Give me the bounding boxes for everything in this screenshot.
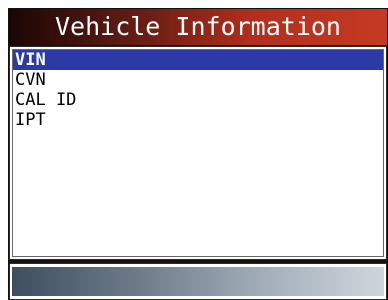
menu-item-cvn[interactable]: CVN: [13, 70, 383, 90]
screen-title: Vehicle Information: [9, 9, 387, 45]
menu-panel: VIN CVN CAL ID IPT: [9, 46, 387, 260]
menu-item-cal-id[interactable]: CAL ID: [13, 90, 383, 110]
menu-list: VIN CVN CAL ID IPT: [12, 49, 384, 257]
menu-item-ipt[interactable]: IPT: [13, 110, 383, 130]
menu-item-vin[interactable]: VIN: [13, 50, 383, 70]
status-panel: [9, 263, 387, 300]
device-screen: Vehicle Information VIN CVN CAL ID IPT: [8, 8, 388, 300]
status-bar: [12, 267, 384, 296]
